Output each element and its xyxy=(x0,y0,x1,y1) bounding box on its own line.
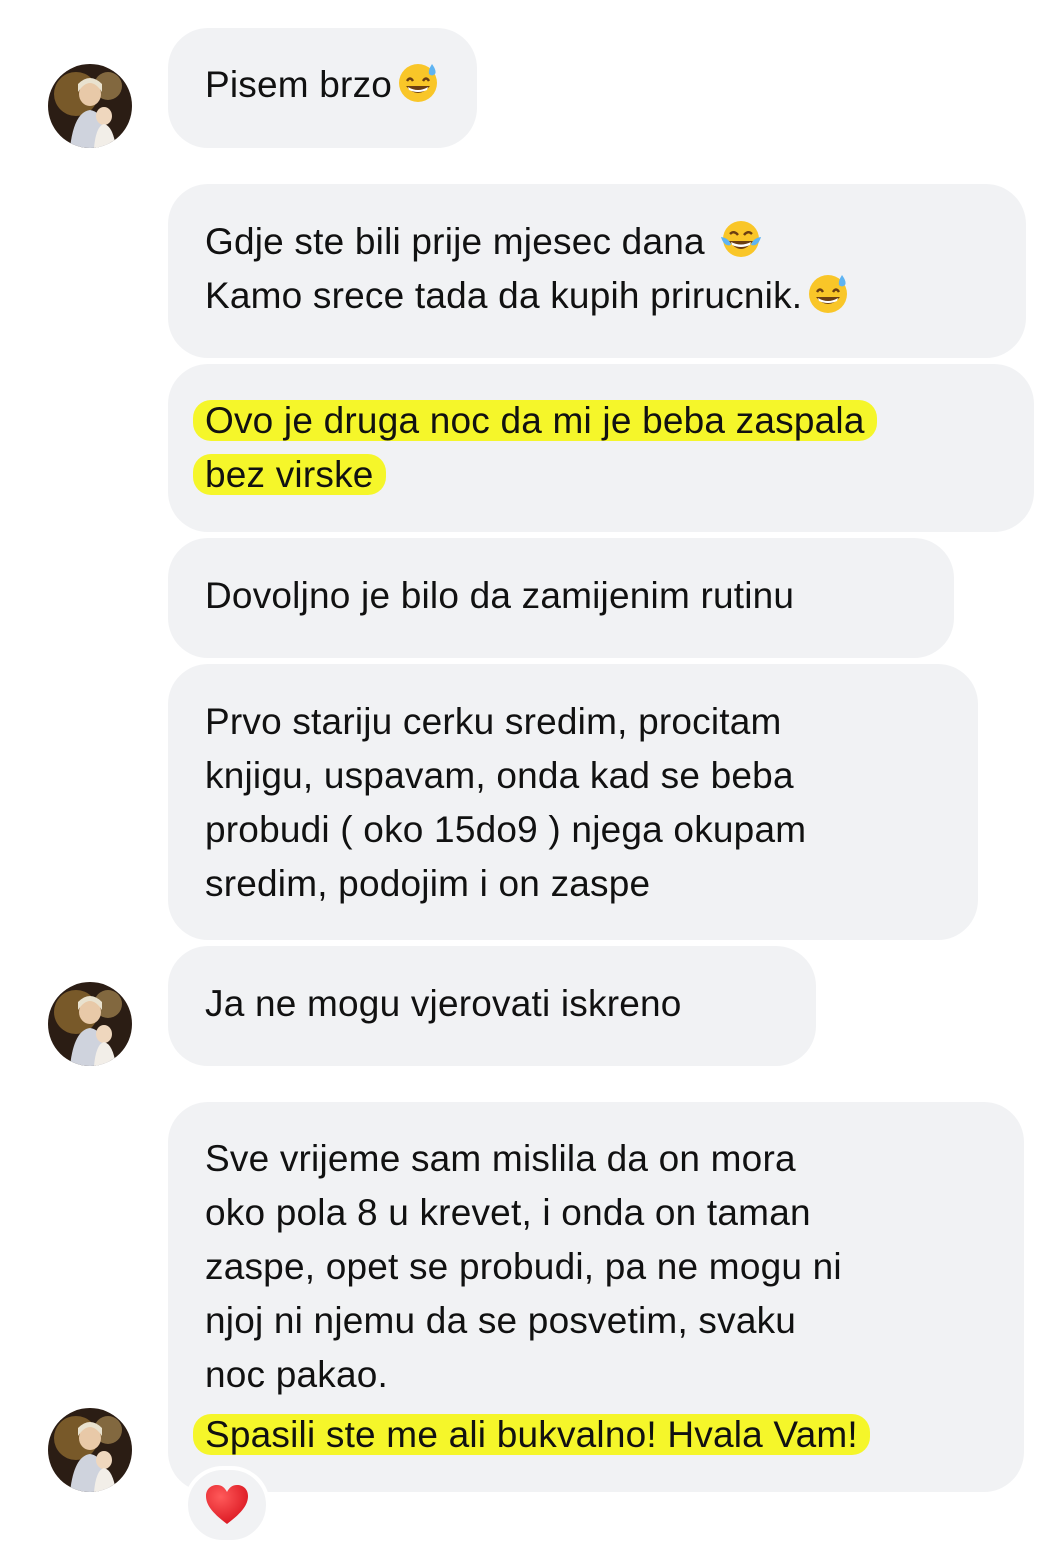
message-text: Dovoljno je bilo da zamijenim rutinu xyxy=(205,575,795,616)
message-bubble-4[interactable]: Dovoljno je bilo da zamijenim rutinu xyxy=(168,538,954,658)
sender-avatar[interactable] xyxy=(48,982,132,1066)
message-text: noc pakao. xyxy=(205,1354,389,1395)
message-reaction[interactable] xyxy=(184,1466,270,1544)
message-text: Kamo srece tada da kupih prirucnik. xyxy=(205,275,803,316)
message-text: zaspe, opet se probudi, pa ne mogu ni xyxy=(205,1246,842,1287)
message-bubble-3[interactable]: Ovo je druga noc da mi je beba zaspala b… xyxy=(168,364,1034,532)
message-bubble-1[interactable]: Pisem brzo xyxy=(168,28,478,148)
message-text: sredim, podojim i on zaspe xyxy=(205,863,651,904)
sender-avatar[interactable] xyxy=(48,1408,132,1492)
tears-of-joy-emoji xyxy=(719,217,763,261)
message-bubble-7[interactable]: Sve vrijeme sam mislila da on mora oko p… xyxy=(168,1102,1024,1492)
message-text: Ja ne mogu vjerovati iskreno xyxy=(205,983,682,1024)
message-text: Prvo stariju cerku sredim, procitam xyxy=(205,701,782,742)
highlighted-text: bez virske xyxy=(193,454,386,495)
message-text: Pisem brzo xyxy=(205,64,393,105)
message-bubble-5[interactable]: Prvo stariju cerku sredim, procitam knji… xyxy=(168,664,978,940)
grinning-sweat-emoji xyxy=(806,271,850,315)
message-text: Gdje ste bili prije mjesec dana xyxy=(205,221,716,262)
message-text: njoj ni njemu da se posvetim, svaku xyxy=(205,1300,797,1341)
message-text: probudi ( oko 15do9 ) njega okupam xyxy=(205,809,807,850)
message-text: knjigu, uspavam, onda kad se beba xyxy=(205,755,794,796)
message-bubble-6[interactable]: Ja ne mogu vjerovati iskreno xyxy=(168,946,816,1066)
message-text: oko pola 8 u krevet, i onda on taman xyxy=(205,1192,811,1233)
highlighted-text: Ovo je druga noc da mi je beba zaspala xyxy=(193,400,877,441)
message-bubble-2[interactable]: Gdje ste bili prije mjesec dana Kamo sre… xyxy=(168,184,1026,358)
sender-avatar[interactable] xyxy=(48,64,132,148)
highlighted-text: Spasili ste me ali bukvalno! Hvala Vam! xyxy=(193,1414,870,1455)
message-text: Sve vrijeme sam mislila da on mora xyxy=(205,1138,796,1179)
grinning-sweat-emoji xyxy=(396,60,440,104)
red-heart-icon xyxy=(206,1485,248,1524)
